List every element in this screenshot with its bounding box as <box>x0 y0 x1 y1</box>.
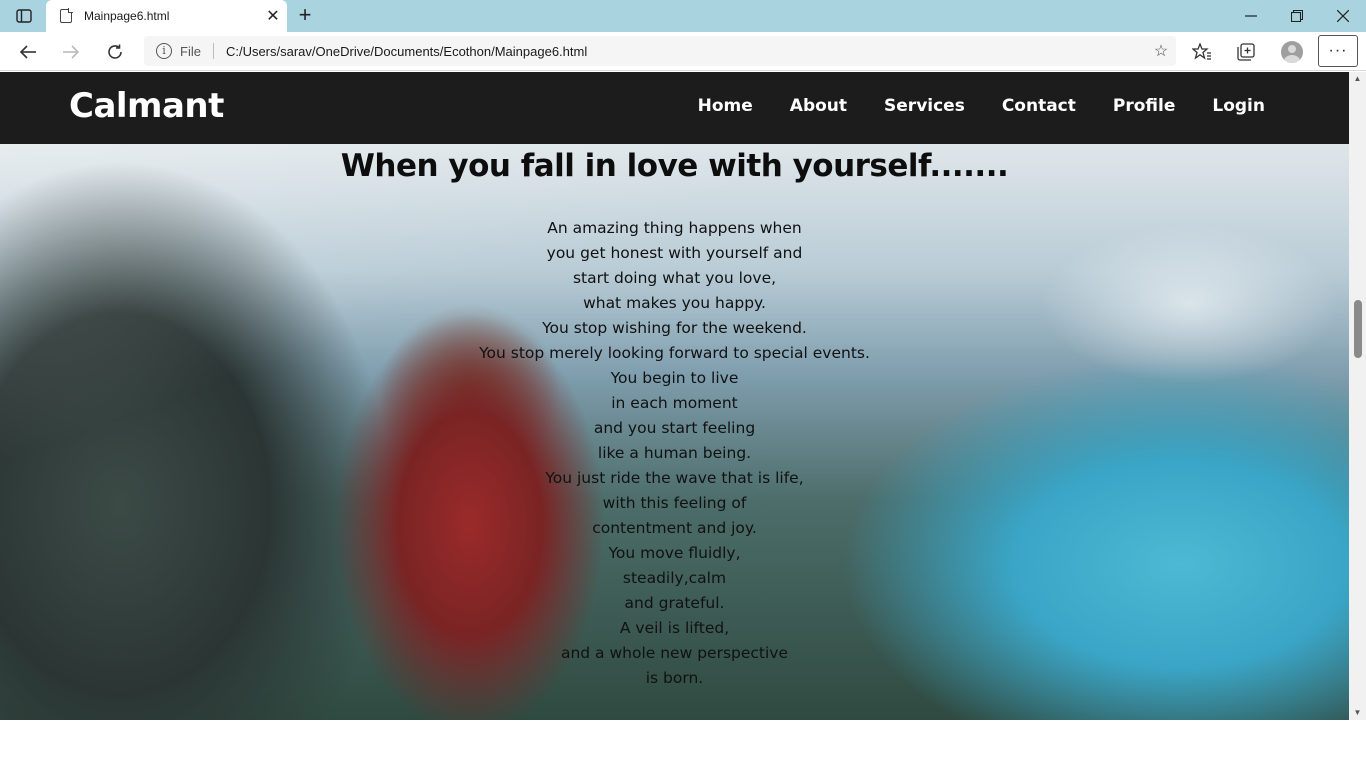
poem-line: An amazing thing happens when <box>547 219 802 237</box>
address-bar[interactable]: i File C:/Users/sarav/OneDrive/Documents… <box>144 36 1176 66</box>
profile-avatar-icon[interactable] <box>1277 37 1307 67</box>
nav-about-link[interactable]: About <box>790 96 847 116</box>
site-menu: Home About Services Contact Profile Logi… <box>698 96 1265 116</box>
page-scrollbar[interactable]: ▲ ▼ <box>1349 72 1366 720</box>
poem-line: and a whole new perspective <box>560 644 789 662</box>
more-options-button[interactable]: ··· <box>1318 35 1358 67</box>
forward-icon[interactable] <box>56 37 86 67</box>
browser-tab[interactable]: Mainpage6.html ✕ <box>46 0 287 32</box>
poem-line: You stop wishing for the weekend. <box>542 319 807 337</box>
poem-line: You just ride the wave that is life, <box>545 469 804 487</box>
tab-actions-icon[interactable] <box>10 7 38 25</box>
nav-home-link[interactable]: Home <box>698 96 753 116</box>
address-separator <box>212 43 214 59</box>
poem-line: A veil is lifted, <box>619 619 730 637</box>
address-prefix: File <box>180 43 201 59</box>
poem-line: contentment and joy. <box>592 519 757 537</box>
poem-line: You stop merely looking forward to speci… <box>479 344 870 362</box>
poem-line: like a human being. <box>597 444 752 462</box>
nav-contact-link[interactable]: Contact <box>1002 96 1076 116</box>
back-icon[interactable] <box>13 37 43 67</box>
poem-line: with this feeling of <box>602 494 747 512</box>
favorites-icon[interactable] <box>1187 37 1217 67</box>
tab-title: Mainpage6.html <box>84 9 170 23</box>
url-text[interactable]: C:/Users/sarav/OneDrive/Documents/Ecotho… <box>226 44 1146 59</box>
scroll-down-icon[interactable]: ▼ <box>1349 706 1366 720</box>
close-window-icon[interactable] <box>1320 0 1366 32</box>
add-favorite-icon[interactable]: ☆ <box>1146 41 1176 61</box>
bottom-blank-area <box>0 720 1366 768</box>
site-navbar: Calmant Home About Services Contact Prof… <box>0 72 1349 144</box>
poem-line: in each moment <box>611 394 738 412</box>
collections-icon[interactable] <box>1231 37 1261 67</box>
close-tab-icon[interactable]: ✕ <box>259 6 287 26</box>
poem-line: is born. <box>645 669 704 687</box>
minimize-icon[interactable] <box>1228 0 1274 32</box>
new-tab-button[interactable]: + <box>292 4 318 28</box>
poem-line: you get honest with yourself and <box>546 244 803 262</box>
poem-line: and you start feeling <box>593 419 756 437</box>
page-icon <box>60 8 73 23</box>
refresh-icon[interactable] <box>100 37 130 67</box>
poem-text: An amazing thing happens when you get ho… <box>0 216 1349 691</box>
poem-line: and grateful. <box>624 594 725 612</box>
poem-line: You begin to live <box>610 369 739 387</box>
page-heading: When you fall in love with yourself.....… <box>340 148 1009 184</box>
avatar <box>1281 41 1303 63</box>
poem-line: what makes you happy. <box>583 294 766 312</box>
poem-line: You move fluidly, <box>608 544 741 562</box>
page-viewport: Calmant Home About Services Contact Prof… <box>0 72 1349 720</box>
poem-line: steadily,calm <box>622 569 727 587</box>
scrollbar-thumb[interactable] <box>1354 300 1362 358</box>
browser-tab-bar: Mainpage6.html ✕ + <box>0 0 1366 32</box>
site-logo[interactable]: Calmant <box>69 86 224 126</box>
poem-line: start doing what you love, <box>572 269 777 287</box>
browser-toolbar: i File C:/Users/sarav/OneDrive/Documents… <box>0 32 1366 71</box>
nav-login-link[interactable]: Login <box>1212 96 1265 116</box>
scroll-up-icon[interactable]: ▲ <box>1349 72 1366 86</box>
nav-profile-link[interactable]: Profile <box>1113 96 1175 116</box>
info-icon[interactable]: i <box>156 43 172 59</box>
restore-icon[interactable] <box>1274 0 1320 32</box>
nav-services-link[interactable]: Services <box>884 96 965 116</box>
